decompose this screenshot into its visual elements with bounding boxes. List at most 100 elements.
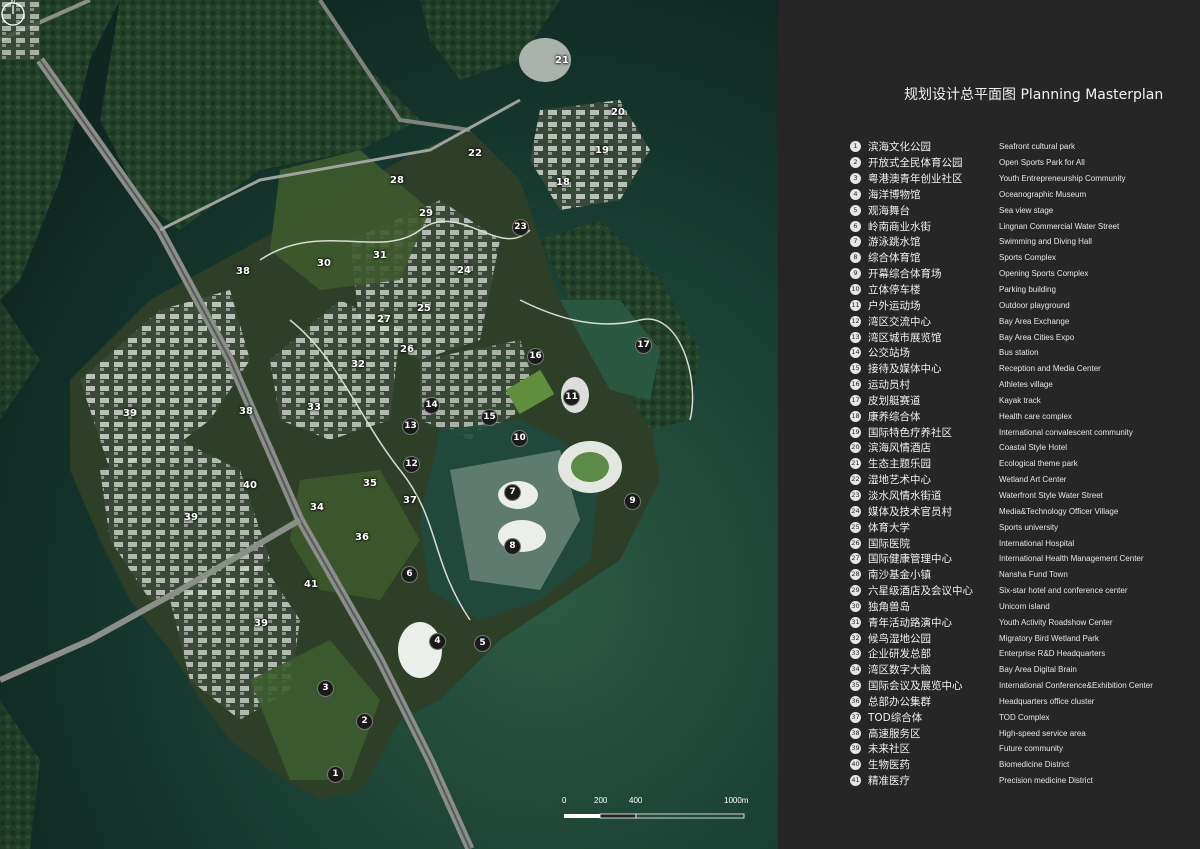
map-marker-11[interactable]: 11 xyxy=(563,389,580,406)
map-marker-1[interactable]: 1 xyxy=(327,766,344,783)
legend-item-29[interactable]: 29六星级酒店及会议中心Six-star hotel and conferenc… xyxy=(850,583,1153,599)
map-label-19[interactable]: 19 xyxy=(594,143,610,159)
legend-label-zh: 运动员村 xyxy=(868,377,999,392)
map-label-18[interactable]: 18 xyxy=(555,175,571,191)
legend-item-21[interactable]: 21生态主题乐园Ecological theme park xyxy=(850,456,1153,472)
legend-item-19[interactable]: 19国际特色疗养社区International convalescent com… xyxy=(850,424,1153,440)
map-label-31[interactable]: 31 xyxy=(372,248,388,264)
legend-number-badge: 22 xyxy=(850,474,861,485)
legend-item-10[interactable]: 10立体停车楼Parking building xyxy=(850,282,1153,298)
legend-item-3[interactable]: 3粤港澳青年创业社区Youth Entrepreneurship Communi… xyxy=(850,171,1153,187)
legend-item-40[interactable]: 40生物医药Biomedicine District xyxy=(850,757,1153,773)
legend-item-6[interactable]: 6岭南商业水街Lingnan Commercial Water Street xyxy=(850,218,1153,234)
legend-item-7[interactable]: 7游泳跳水馆Swimming and Diving Hall xyxy=(850,234,1153,250)
legend-item-24[interactable]: 24媒体及技术官员村Media&Technology Officer Villa… xyxy=(850,503,1153,519)
legend-label-en: International Hospital xyxy=(999,539,1074,548)
legend-label-zh: 岭南商业水街 xyxy=(868,219,999,234)
legend-label-en: Bay Area Digital Brain xyxy=(999,665,1077,674)
legend-item-37[interactable]: 37TOD综合体TOD Complex xyxy=(850,709,1153,725)
legend-item-35[interactable]: 35国际会议及展览中心International Conference&Exhi… xyxy=(850,678,1153,694)
legend-item-33[interactable]: 33企业研发总部Enterprise R&D Headquarters xyxy=(850,646,1153,662)
map-marker-4[interactable]: 4 xyxy=(429,633,446,650)
map-marker-12[interactable]: 12 xyxy=(403,456,420,473)
map-marker-9[interactable]: 9 xyxy=(624,493,641,510)
legend-item-22[interactable]: 22湿地艺术中心Wetland Art Center xyxy=(850,472,1153,488)
map-marker-10[interactable]: 10 xyxy=(511,430,528,447)
legend-item-23[interactable]: 23淡水风情水街道Waterfront Style Water Street xyxy=(850,488,1153,504)
legend-item-8[interactable]: 8综合体育馆Sports Complex xyxy=(850,250,1153,266)
legend-label-en: Athletes village xyxy=(999,380,1053,389)
legend-label-zh: 独角兽岛 xyxy=(868,599,999,614)
map-label-34[interactable]: 34 xyxy=(309,500,325,516)
map-label-33[interactable]: 33 xyxy=(306,400,322,416)
map-marker-8[interactable]: 8 xyxy=(504,538,521,555)
map-marker-6[interactable]: 6 xyxy=(401,566,418,583)
map-label-39a[interactable]: 39 xyxy=(122,406,138,422)
legend-item-12[interactable]: 12湾区交流中心Bay Area Exchange xyxy=(850,313,1153,329)
legend-item-30[interactable]: 30独角兽岛Unicorn island xyxy=(850,598,1153,614)
map-marker-2[interactable]: 2 xyxy=(356,713,373,730)
legend-item-9[interactable]: 9开幕综合体育场Opening Sports Complex xyxy=(850,266,1153,282)
legend-item-17[interactable]: 17皮划艇赛道Kayak track xyxy=(850,393,1153,409)
map-label-30[interactable]: 30 xyxy=(316,256,332,272)
legend-item-25[interactable]: 25体育大学Sports university xyxy=(850,519,1153,535)
legend-number-badge: 3 xyxy=(850,173,861,184)
map-label-27[interactable]: 27 xyxy=(376,312,392,328)
map-marker-7[interactable]: 7 xyxy=(504,484,521,501)
map-label-38b[interactable]: 38 xyxy=(238,404,254,420)
map-marker-15[interactable]: 15 xyxy=(481,409,498,426)
map-marker-23[interactable]: 23 xyxy=(512,219,529,236)
legend-item-18[interactable]: 18康养综合体Health care complex xyxy=(850,408,1153,424)
map-label-26[interactable]: 26 xyxy=(399,342,415,358)
map-label-40[interactable]: 40 xyxy=(242,478,258,494)
map-label-21[interactable]: 21 xyxy=(554,53,570,69)
map-label-25[interactable]: 25 xyxy=(416,301,432,317)
map-label-37[interactable]: 37 xyxy=(402,493,418,509)
map-marker-5[interactable]: 5 xyxy=(474,635,491,652)
map-marker-13[interactable]: 13 xyxy=(402,418,419,435)
legend-number-badge: 13 xyxy=(850,332,861,343)
map-marker-16[interactable]: 16 xyxy=(527,348,544,365)
map-label-36[interactable]: 36 xyxy=(354,530,370,546)
legend-label-zh: 湾区城市展览馆 xyxy=(868,330,999,345)
legend-item-14[interactable]: 14公交站场Bus station xyxy=(850,345,1153,361)
legend-item-31[interactable]: 31青年活动路演中心Youth Activity Roadshow Center xyxy=(850,614,1153,630)
legend-item-27[interactable]: 27国际健康管理中心International Health Managemen… xyxy=(850,551,1153,567)
legend-item-28[interactable]: 28南沙基金小镇Nansha Fund Town xyxy=(850,567,1153,583)
legend-item-4[interactable]: 4海洋博物馆Oceanographic Museum xyxy=(850,187,1153,203)
map-marker-3[interactable]: 3 xyxy=(317,680,334,697)
legend-item-26[interactable]: 26国际医院International Hospital xyxy=(850,535,1153,551)
legend-label-zh: 媒体及技术官员村 xyxy=(868,504,999,519)
legend-item-13[interactable]: 13湾区城市展览馆Bay Area Cities Expo xyxy=(850,329,1153,345)
legend-item-1[interactable]: 1滨海文化公园Seafront cultural park xyxy=(850,139,1153,155)
map-label-32[interactable]: 32 xyxy=(350,357,366,373)
legend-number-badge: 12 xyxy=(850,316,861,327)
legend-item-36[interactable]: 36总部办公集群Headquarters office cluster xyxy=(850,694,1153,710)
map-label-35[interactable]: 35 xyxy=(362,476,378,492)
map-label-28[interactable]: 28 xyxy=(389,173,405,189)
map-label-20[interactable]: 20 xyxy=(610,105,626,121)
map-label-22[interactable]: 22 xyxy=(467,146,483,162)
map-label-29[interactable]: 29 xyxy=(418,206,434,222)
map-label-38a[interactable]: 38 xyxy=(235,264,251,280)
map-label-24[interactable]: 24 xyxy=(456,263,472,279)
legend-item-2[interactable]: 2开放式全民体育公园Open Sports Park for All xyxy=(850,155,1153,171)
legend-item-38[interactable]: 38高速服务区High-speed service area xyxy=(850,725,1153,741)
map-label-41[interactable]: 41 xyxy=(303,577,319,593)
legend-item-5[interactable]: 5观海舞台Sea view stage xyxy=(850,202,1153,218)
map-marker-17[interactable]: 17 xyxy=(635,337,652,354)
legend-label-zh: 粤港澳青年创业社区 xyxy=(868,171,999,186)
legend-item-16[interactable]: 16运动员村Athletes village xyxy=(850,377,1153,393)
map-label-39c[interactable]: 39 xyxy=(253,616,269,632)
map-label-39b[interactable]: 39 xyxy=(183,510,199,526)
legend-item-39[interactable]: 39未来社区Future community xyxy=(850,741,1153,757)
legend-item-34[interactable]: 34湾区数字大脑Bay Area Digital Brain xyxy=(850,662,1153,678)
legend-label-en: International convalescent community xyxy=(999,428,1133,437)
legend-item-41[interactable]: 41精准医疗Precision medicine District xyxy=(850,773,1153,789)
legend-label-en: Outdoor playground xyxy=(999,301,1070,310)
legend-item-20[interactable]: 20滨海风情酒店Coastal Style Hotel xyxy=(850,440,1153,456)
legend-item-32[interactable]: 32候鸟湿地公园Migratory Bird Wetland Park xyxy=(850,630,1153,646)
legend-item-11[interactable]: 11户外运动场Outdoor playground xyxy=(850,297,1153,313)
legend-item-15[interactable]: 15接待及媒体中心Reception and Media Center xyxy=(850,361,1153,377)
map-marker-14[interactable]: 14 xyxy=(423,397,440,414)
